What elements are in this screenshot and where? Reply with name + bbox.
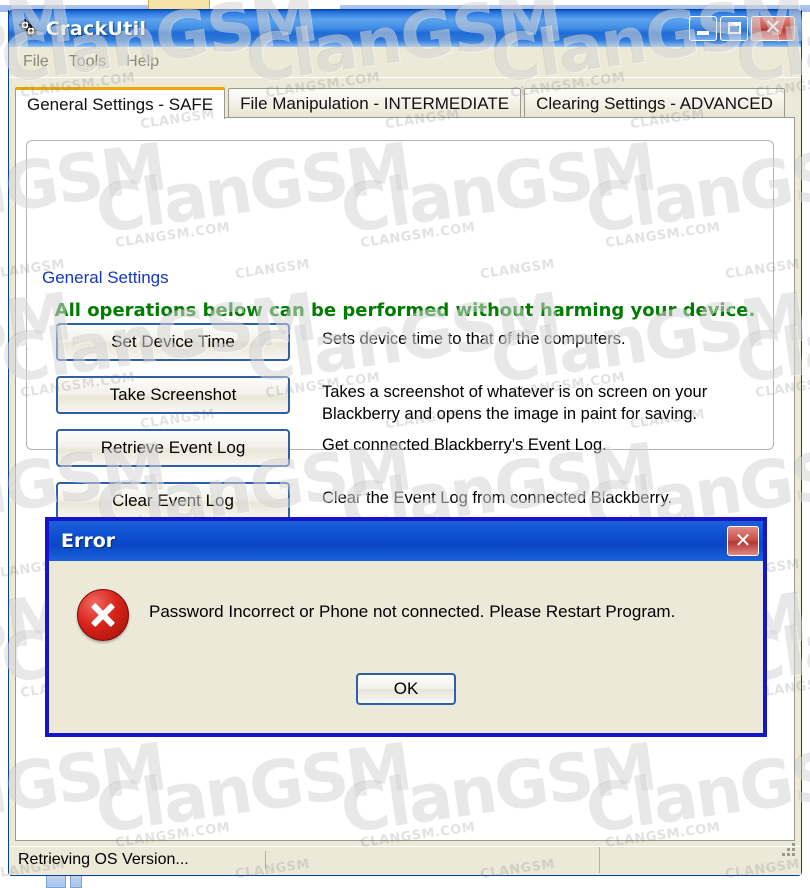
- retrieve-event-log-description: Get connected Blackberry's Event Log.: [322, 436, 607, 454]
- action-row-take-screenshot: Take Screenshot Takes a screenshot of wh…: [56, 376, 772, 426]
- window-controls: ✕: [689, 16, 795, 41]
- tab-general-settings[interactable]: General Settings - SAFE: [15, 87, 226, 119]
- status-panel-middle: [266, 847, 600, 873]
- minimize-button[interactable]: [689, 16, 717, 41]
- error-dialog-body: Password Incorrect or Phone not connecte…: [49, 561, 763, 733]
- tab-file-manipulation[interactable]: File Manipulation - INTERMEDIATE: [228, 88, 522, 118]
- error-dialog-close-button[interactable]: ✕: [727, 526, 759, 556]
- statusbar: Retrieving OS Version...: [10, 843, 800, 873]
- action-row-clear-event-log: Clear Event Log Clear the Event Log from…: [56, 482, 672, 520]
- crackutil-window: CrackUtil ✕ File Tools Help General Sett…: [8, 9, 802, 876]
- close-button[interactable]: ✕: [751, 16, 795, 41]
- resize-grip-icon[interactable]: [782, 843, 796, 857]
- close-icon: ✕: [734, 528, 752, 552]
- retrieve-event-log-button[interactable]: Retrieve Event Log: [56, 429, 290, 467]
- clear-event-log-button[interactable]: Clear Event Log: [56, 482, 290, 520]
- safety-notice: All operations below can be performed wi…: [54, 300, 756, 321]
- client-area: General Settings - SAFE File Manipulatio…: [9, 78, 801, 875]
- error-circle-icon: [77, 589, 129, 641]
- tab-clearing-settings[interactable]: Clearing Settings - ADVANCED: [524, 88, 785, 118]
- menu-item-tools[interactable]: Tools: [69, 53, 106, 71]
- gears-icon: [17, 18, 39, 40]
- maximize-button[interactable]: [720, 16, 748, 41]
- window-titlebar: CrackUtil ✕: [8, 9, 802, 47]
- close-icon: ✕: [764, 15, 782, 39]
- error-message: Password Incorrect or Phone not connecte…: [149, 602, 676, 621]
- error-dialog-title: Error: [61, 530, 116, 552]
- minimize-icon: [697, 31, 709, 35]
- groupbox-title: General Settings: [38, 268, 173, 288]
- error-dialog-titlebar: Error ✕: [49, 521, 763, 561]
- set-device-time-description: Sets device time to that of the computer…: [322, 330, 626, 348]
- take-screenshot-description: Takes a screenshot of whatever is on scr…: [322, 383, 708, 423]
- window-title: CrackUtil: [46, 17, 147, 40]
- maximize-icon: [728, 22, 741, 34]
- menu-item-file[interactable]: File: [23, 53, 49, 71]
- menu-item-help[interactable]: Help: [126, 53, 159, 71]
- ok-button[interactable]: OK: [356, 673, 456, 705]
- tab-strip: General Settings - SAFE File Manipulatio…: [15, 86, 801, 119]
- action-row-retrieve-event-log: Retrieve Event Log Get connected Blackbe…: [56, 429, 607, 467]
- take-screenshot-button[interactable]: Take Screenshot: [56, 376, 290, 414]
- clear-event-log-description: Clear the Event Log from connected Black…: [322, 489, 673, 507]
- action-row-set-device-time: Set Device Time Sets device time to that…: [56, 323, 626, 361]
- error-dialog: Error ✕ Password Incorrect or Phone not …: [45, 517, 767, 737]
- status-text: Retrieving OS Version...: [10, 851, 266, 869]
- set-device-time-button[interactable]: Set Device Time: [56, 323, 290, 361]
- menubar: File Tools Help: [9, 47, 801, 78]
